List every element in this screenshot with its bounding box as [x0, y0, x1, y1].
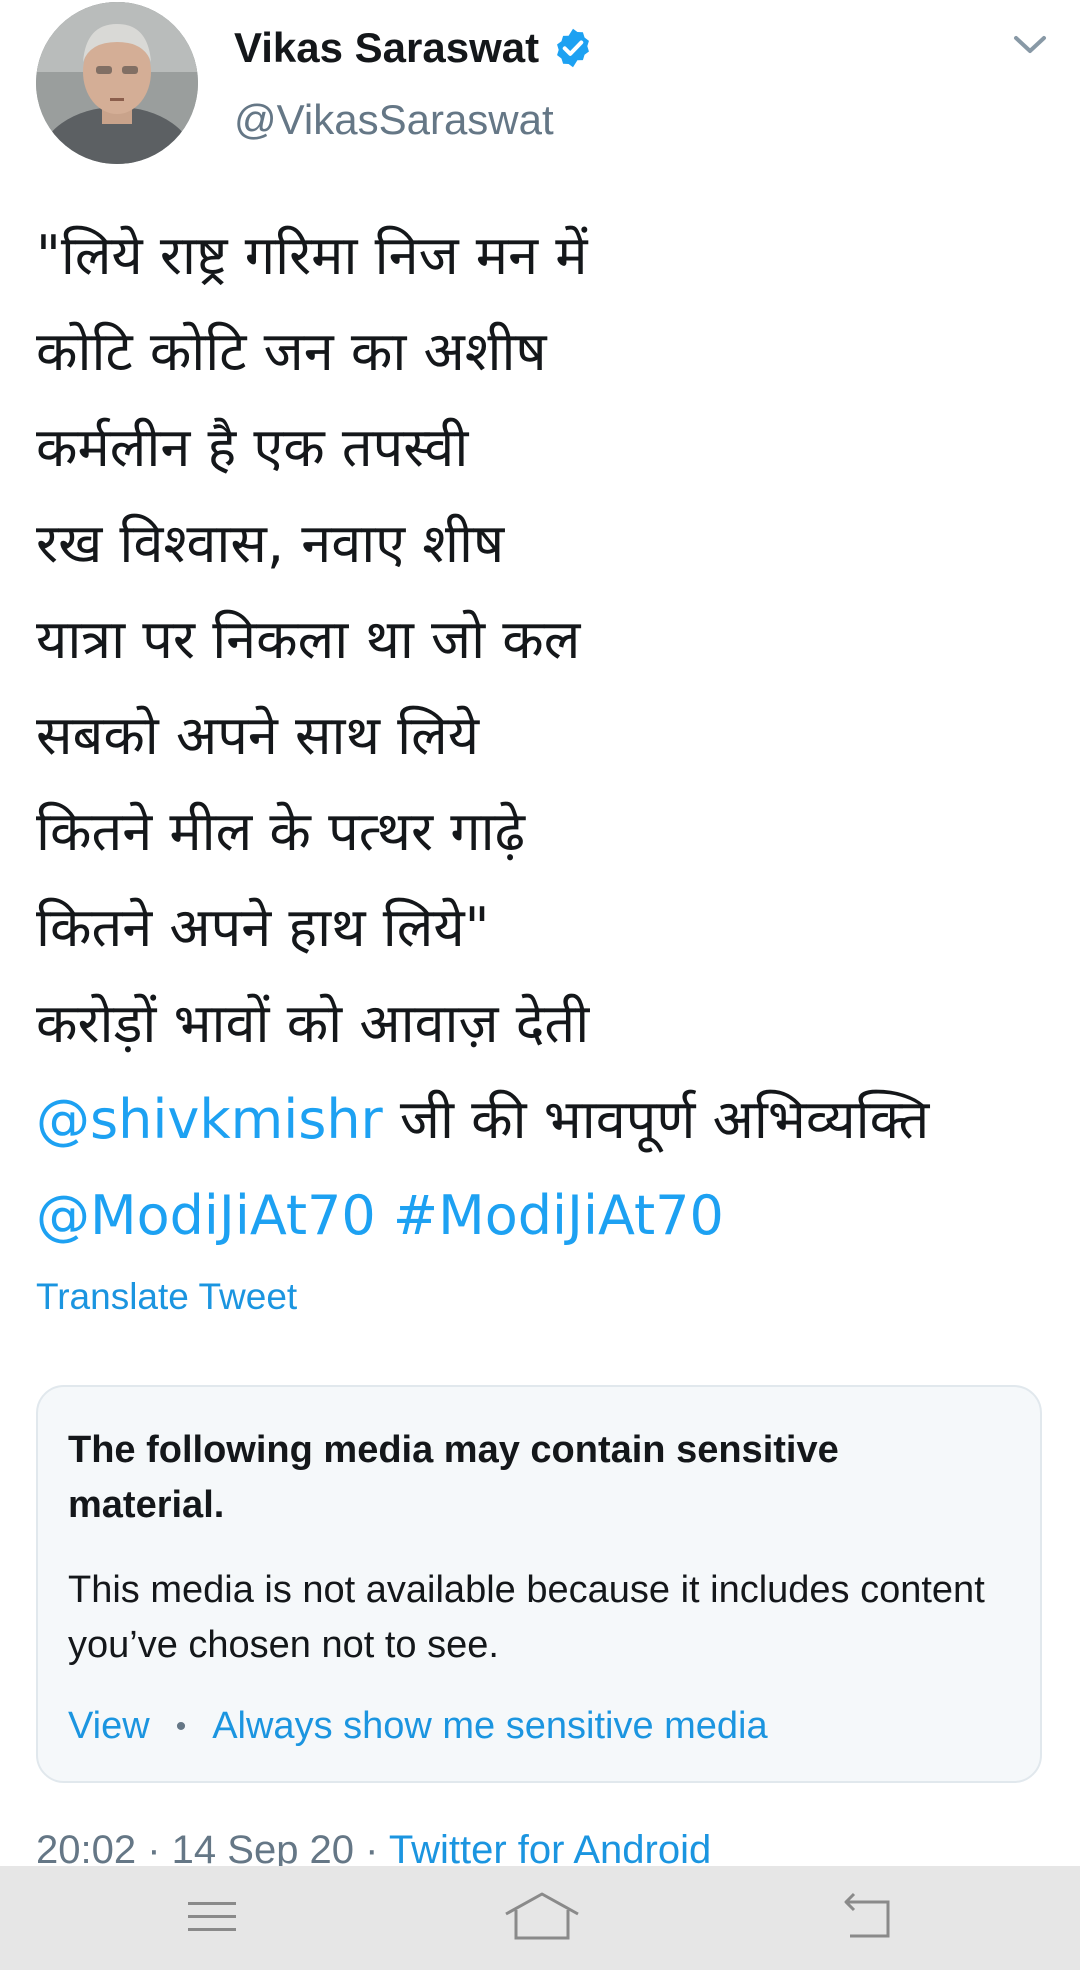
view-media-link[interactable]: View — [68, 1705, 150, 1748]
always-show-sensitive-link[interactable]: Always show me sensitive media — [212, 1705, 767, 1748]
avatar[interactable] — [36, 2, 198, 164]
chevron-down-icon[interactable] — [1010, 28, 1050, 60]
tweet-line: कितने अपने हाथ लिये" — [36, 896, 490, 959]
system-navigation-bar — [0, 1866, 1080, 1970]
tweet-line: @shivkmishr जी की भावपूर्ण अभिव्यक्ति — [36, 1072, 1056, 1168]
tweet-line: कोटि कोटि जन का अशीष — [36, 320, 547, 383]
tweet-line: करोड़ों भावों को आवाज़ देती — [36, 992, 590, 1055]
tweet-detail-screen: Vikas Saraswat @VikasSaraswat "लिये राष्… — [0, 0, 1080, 1970]
author-name-row[interactable]: Vikas Saraswat — [234, 20, 595, 76]
verified-badge-icon — [551, 26, 595, 70]
hashtag-link[interactable]: #ModiJiAt70 — [393, 1184, 724, 1247]
tweet-line: रख विश्वास, नवाए शीष — [36, 512, 505, 575]
translate-tweet-link[interactable]: Translate Tweet — [36, 1276, 297, 1318]
tweet-line: कितने मील के पत्थर गाढ़े — [36, 800, 526, 863]
tweet-line: यात्रा पर निकला था जो कल — [36, 608, 581, 671]
sensitive-media-body: This media is not available because it i… — [68, 1569, 985, 1666]
tweet-line-text: जी की भावपूर्ण अभिव्यक्ति — [382, 1088, 930, 1151]
back-icon[interactable] — [836, 1888, 896, 1944]
tweet-line: @ModiJiAt70 #ModiJiAt70 — [36, 1168, 1056, 1264]
mention-link[interactable]: @shivkmishr — [36, 1088, 383, 1151]
home-icon[interactable] — [500, 1888, 584, 1944]
avatar-photo — [36, 2, 198, 164]
menu-icon[interactable] — [182, 1888, 242, 1944]
tweet-line: "लिये राष्ट्र गरिमा निज मन में — [36, 224, 588, 287]
display-name[interactable]: Vikas Saraswat — [234, 24, 539, 72]
mention-link[interactable]: @ModiJiAt70 — [36, 1184, 376, 1247]
tweet-line: कर्मलीन है एक तपस्वी — [36, 416, 469, 479]
sensitive-media-title: The following media may contain sensitiv… — [68, 1429, 839, 1526]
tweet-text: "लिये राष्ट्र गरिमा निज मन में कोटि कोटि… — [36, 208, 1056, 1264]
sensitive-media-actions: View • Always show me sensitive media — [68, 1705, 768, 1748]
separator-dot: • — [175, 1709, 187, 1743]
tweet-line: सबको अपने साथ लिये — [36, 704, 480, 767]
user-handle[interactable]: @VikasSaraswat — [234, 96, 554, 144]
sensitive-media-card: The following media may contain sensitiv… — [36, 1385, 1042, 1783]
